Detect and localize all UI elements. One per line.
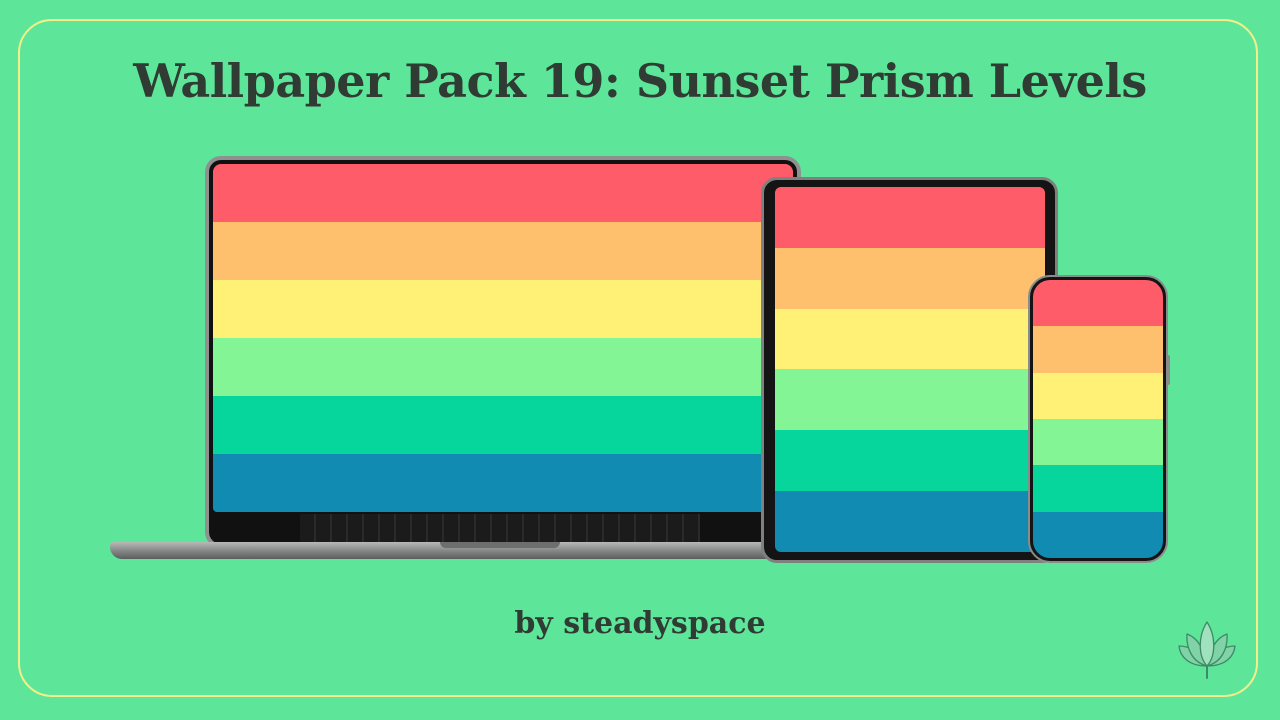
tablet-screen [775, 187, 1045, 552]
laptop-notch [440, 542, 560, 548]
wallpaper-stripe [1033, 326, 1163, 373]
wallpaper-stripe [1033, 418, 1163, 466]
wallpaper-stripe [775, 247, 1045, 309]
wallpaper-stripe [775, 187, 1045, 248]
laptop-screen [213, 164, 793, 512]
wallpaper-stripe [213, 280, 793, 338]
wallpaper-stripe [775, 308, 1045, 370]
wallpaper-stripe [1033, 280, 1163, 327]
wallpaper-stripe [213, 222, 793, 280]
wallpaper-stripe [213, 164, 793, 222]
wallpaper-stripe [1033, 465, 1163, 512]
wallpaper-stripe [213, 454, 793, 512]
wallpaper-stripe [775, 369, 1045, 431]
wallpaper-stripe [775, 491, 1045, 552]
wallpaper-stripe [213, 338, 793, 396]
page-title: Wallpaper Pack 19: Sunset Prism Levels [133, 54, 1147, 108]
wallpaper-stripe [213, 396, 793, 454]
laptop-keyboard [300, 514, 700, 542]
phone-side-button [1167, 355, 1170, 385]
wallpaper-stripe [1033, 511, 1163, 558]
wallpaper-stripe [775, 430, 1045, 492]
lotus-icon [1178, 621, 1236, 679]
phone-screen [1033, 280, 1163, 558]
author-byline: by steadyspace [514, 606, 766, 641]
wallpaper-stripe [1033, 372, 1163, 419]
